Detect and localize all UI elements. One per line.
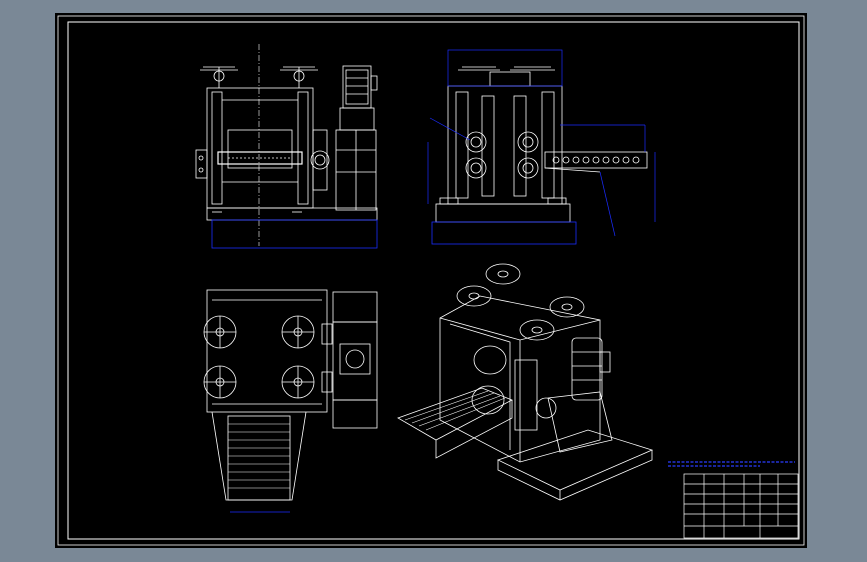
cad-drawing-window: [0, 0, 867, 562]
drawing-canvas[interactable]: [0, 0, 867, 562]
drawing-sheet: [55, 13, 807, 548]
